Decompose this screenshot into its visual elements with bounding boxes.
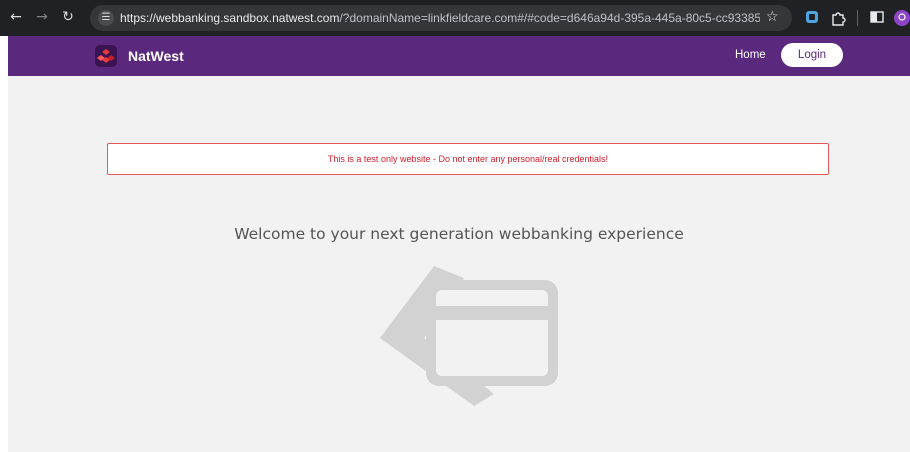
natwest-logo[interactable] — [95, 45, 117, 67]
toolbar-divider — [857, 10, 858, 26]
profile-avatar-icon[interactable] — [894, 10, 910, 26]
side-panel-icon[interactable] — [870, 10, 884, 24]
url-path: /?domainName=linkfieldcare.com#/#code=d6… — [339, 11, 760, 25]
login-button[interactable]: Login — [781, 43, 843, 67]
address-bar[interactable]: ☰ https://webbanking.sandbox.natwest.com… — [90, 5, 792, 31]
site-settings-icon[interactable]: ☰ — [98, 10, 114, 26]
bookmark-star-icon[interactable]: ☆ — [766, 9, 779, 25]
main-content: This is a test only website - Do not ent… — [8, 76, 910, 452]
browser-toolbar: ← → ↻ ☰ https://webbanking.sandbox.natwe… — [0, 0, 910, 36]
welcome-heading: Welcome to your next generation webbanki… — [234, 225, 684, 243]
extension-icon[interactable] — [805, 10, 819, 24]
home-link[interactable]: Home — [735, 49, 766, 61]
bank-card-illustration-icon — [380, 266, 558, 406]
back-arrow-icon[interactable]: ← — [8, 9, 24, 25]
warning-banner: This is a test only website - Do not ent… — [107, 143, 829, 175]
natwest-cubes-icon — [97, 49, 115, 63]
warning-text: This is a test only website - Do not ent… — [327, 154, 609, 164]
extensions-puzzle-icon[interactable] — [830, 10, 846, 26]
url-host: https://webbanking.sandbox.natwest.com — [120, 11, 340, 25]
url-text[interactable]: https://webbanking.sandbox.natwest.com/?… — [120, 11, 760, 25]
brand-name: NatWest — [128, 48, 184, 64]
reload-icon[interactable]: ↻ — [60, 9, 76, 25]
forward-arrow-icon[interactable]: → — [34, 9, 50, 25]
site-header: NatWest Home Login — [8, 36, 910, 76]
